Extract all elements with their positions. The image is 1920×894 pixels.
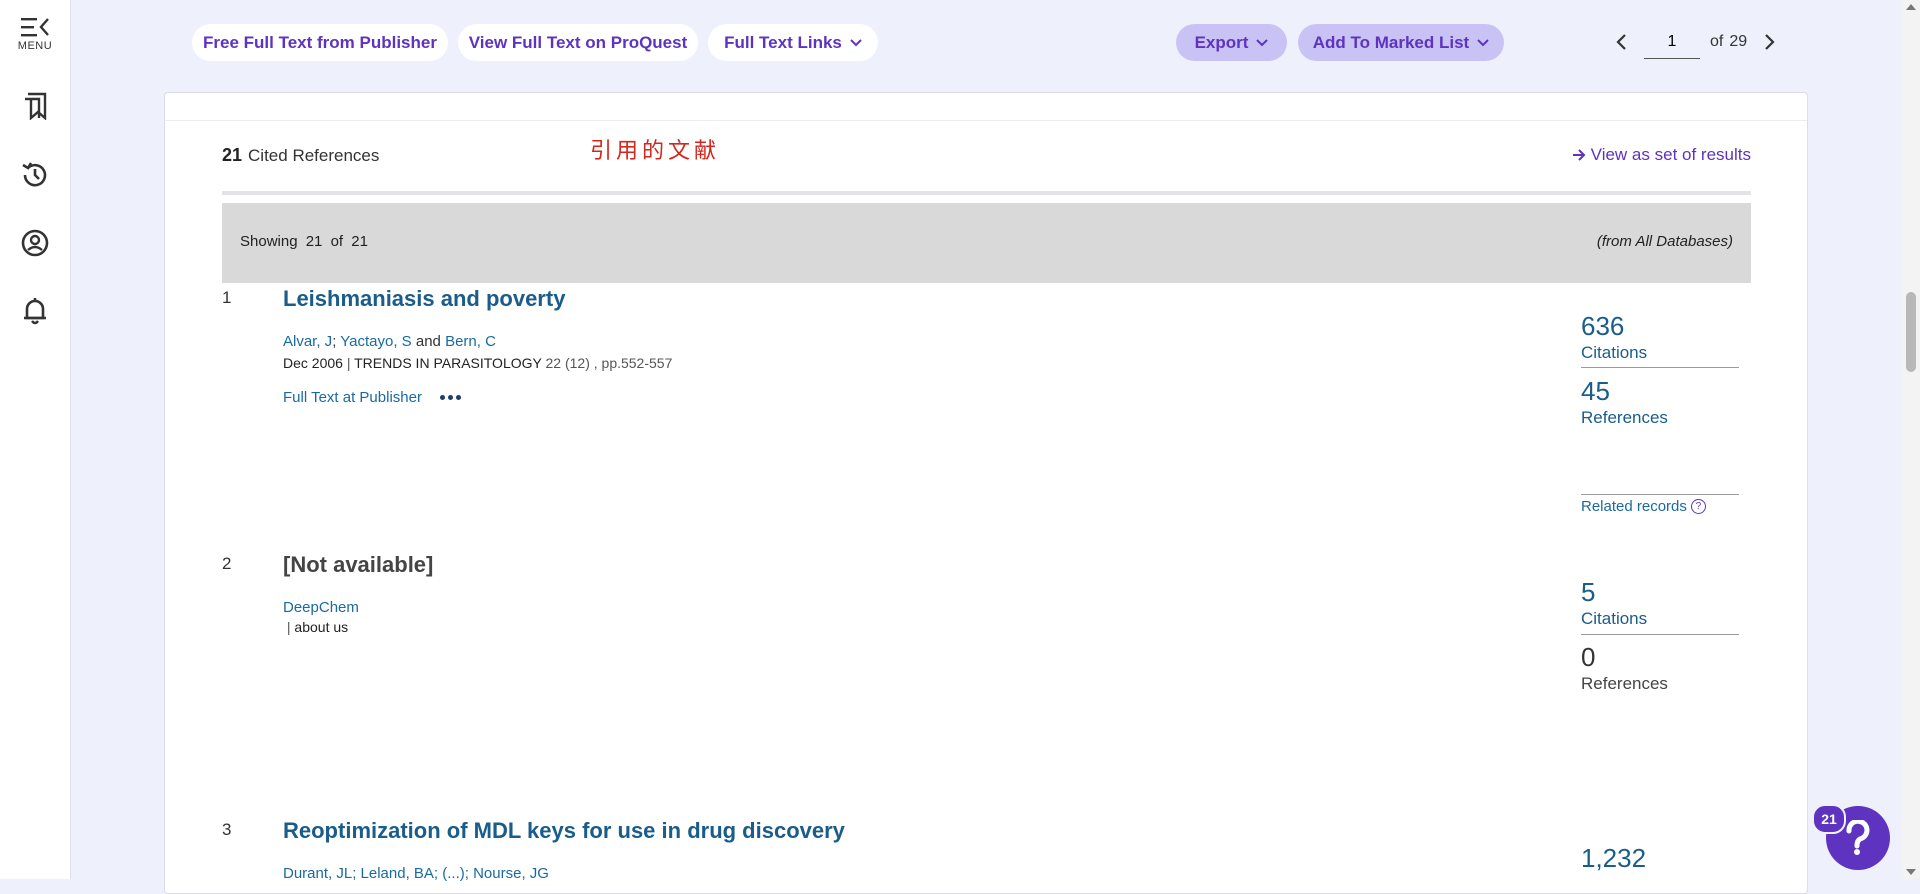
pagination: of 29 — [1610, 24, 1781, 60]
bell-icon — [24, 298, 46, 325]
more-options-icon[interactable] — [439, 395, 461, 400]
record-title-link[interactable]: Reoptimization of MDL keys for use in dr… — [283, 818, 845, 844]
cited-references-label: Cited References — [248, 146, 380, 165]
next-page-icon[interactable] — [1757, 30, 1781, 54]
showing-total: 21 — [351, 233, 368, 250]
record-number: 1 — [222, 288, 232, 307]
meta-divider: | — [346, 355, 351, 371]
record-meta: about us — [294, 619, 349, 635]
full-text-links-label: Full Text Links — [724, 32, 842, 52]
record-date: Dec 2006 — [283, 355, 343, 371]
references-count-link[interactable]: 45 — [1581, 376, 1610, 407]
author-link[interactable]: Bern, C — [445, 333, 496, 350]
history-nav[interactable] — [0, 160, 70, 190]
showing-bar: Showing 21 of 21 (from All Databases) — [222, 203, 1751, 283]
page-of-label: of — [1710, 33, 1724, 50]
chevron-down-icon — [1256, 38, 1269, 46]
handwritten-annotation: 引用的文献 — [590, 139, 721, 164]
showing-word: Showing — [240, 233, 298, 250]
author-link[interactable]: Alvar, J — [283, 333, 332, 350]
proquest-button[interactable]: View Full Text on ProQuest — [458, 24, 698, 61]
references-label[interactable]: References — [1581, 408, 1668, 428]
author-link[interactable]: Yactayo, S — [340, 333, 411, 350]
author-link[interactable]: DeepChem — [283, 599, 359, 616]
page-scrollbar[interactable] — [1902, 0, 1920, 879]
user-account-icon — [21, 229, 49, 257]
chevron-down-icon — [1477, 38, 1489, 46]
record-title-link[interactable]: Leishmaniasis and poverty — [283, 286, 565, 312]
previous-page-icon[interactable] — [1610, 30, 1634, 54]
record-volume: 22 (12) , pp.552-557 — [545, 355, 673, 371]
record-number: 2 — [222, 554, 232, 573]
page-number-input[interactable] — [1644, 25, 1700, 59]
menu-label: MENU — [17, 40, 53, 52]
author-separator: ; — [332, 333, 337, 350]
full-text-at-publisher-link[interactable]: Full Text at Publisher — [283, 389, 422, 406]
references-label: References — [1581, 674, 1668, 693]
author-and: and — [415, 333, 441, 350]
divider — [1581, 494, 1739, 495]
free-full-text-label: Free Full Text from Publisher — [203, 32, 437, 52]
divider — [1581, 634, 1739, 635]
record-authors: Alvar, J; Yactayo, S and Bern, C — [283, 333, 496, 350]
free-full-text-button[interactable]: Free Full Text from Publisher — [192, 24, 448, 61]
related-records-label: Related records — [1581, 498, 1687, 515]
citations-count-link[interactable]: 5 — [1581, 577, 1595, 608]
showing-from: 21 — [305, 233, 323, 250]
scroll-thumb[interactable] — [1906, 292, 1916, 372]
menu-collapse-icon — [21, 18, 49, 37]
question-mark-icon — [1846, 820, 1870, 855]
proquest-label: View Full Text on ProQuest — [468, 32, 688, 52]
showing-count: Showing 21 of 21 — [240, 233, 372, 250]
cited-references-card: 21 Cited References 引用的文献 View as set of … — [164, 92, 1808, 894]
add-to-marked-list-label: Add To Marked List — [1312, 32, 1470, 52]
sidebar: MENU — [0, 0, 71, 879]
meta-divider: | — [283, 619, 291, 635]
view-as-set-label: View as set of results — [1590, 145, 1751, 164]
citations-count-link[interactable]: 1,232 — [1581, 843, 1646, 874]
page-total: 29 — [1729, 33, 1748, 50]
record-number: 3 — [222, 820, 232, 839]
cited-references-heading: 21 Cited References — [222, 145, 379, 166]
export-dropdown[interactable]: Export — [1176, 24, 1287, 61]
divider — [222, 191, 1751, 195]
profile-nav[interactable] — [0, 228, 70, 258]
cited-references-count: 21 — [222, 145, 243, 165]
record-source-info: Dec 2006 | TRENDS IN PARASITOLOGY 22 (12… — [283, 355, 672, 371]
menu-button[interactable]: MENU — [0, 16, 70, 52]
record-authors[interactable]: Durant, JL; Leland, BA; (...); Nourse, J… — [283, 865, 549, 882]
arrow-right-icon — [1572, 149, 1586, 161]
toolbar: Free Full Text from Publisher View Full … — [70, 0, 1900, 88]
scroll-down-icon[interactable] — [1906, 869, 1916, 875]
citations-label[interactable]: Citations — [1581, 609, 1647, 629]
full-text-links-dropdown[interactable]: Full Text Links — [708, 24, 878, 61]
citations-count-link[interactable]: 636 — [1581, 311, 1624, 342]
record-title: [Not available] — [283, 552, 434, 577]
record-authors: DeepChem — [283, 599, 359, 616]
history-icon — [22, 162, 47, 187]
help-icon[interactable]: ? — [1690, 499, 1706, 514]
record-journal: TRENDS IN PARASITOLOGY — [354, 355, 542, 371]
add-to-marked-list-dropdown[interactable]: Add To Marked List — [1298, 24, 1504, 61]
chevron-down-icon — [850, 38, 862, 46]
notification-badge: 21 — [1812, 804, 1846, 834]
bookmarks-icon — [25, 92, 47, 120]
record-source-info: | about us — [283, 619, 348, 635]
database-source: (from All Databases) — [1596, 233, 1733, 250]
alerts-nav[interactable] — [0, 296, 70, 326]
references-count: 0 — [1581, 642, 1596, 672]
marked-list-nav[interactable] — [0, 90, 70, 120]
related-records-link[interactable]: Related records ? — [1581, 498, 1706, 515]
export-label: Export — [1194, 32, 1249, 52]
divider — [1581, 367, 1739, 368]
showing-of: of — [330, 233, 344, 250]
view-as-set-link[interactable]: View as set of results — [1571, 145, 1751, 165]
scroll-up-icon[interactable] — [1906, 4, 1916, 10]
citations-label[interactable]: Citations — [1581, 343, 1647, 363]
divider — [165, 120, 1807, 121]
record-links: Full Text at Publisher — [283, 389, 461, 406]
